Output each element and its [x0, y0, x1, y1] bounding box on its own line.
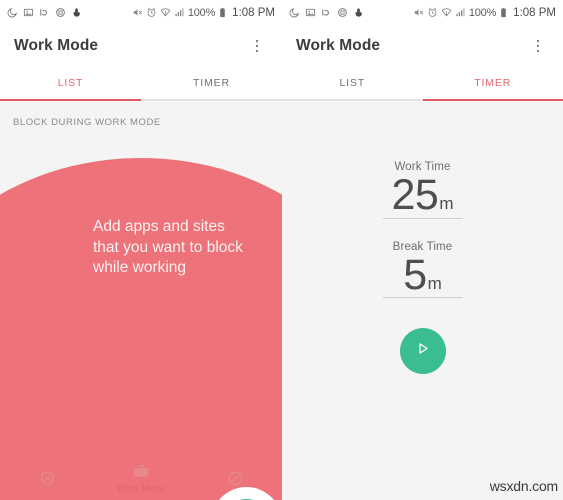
work-time-value: 25 m — [391, 173, 453, 218]
status-bar-left: 100% 1:08 PM — [0, 0, 282, 25]
tab-timer[interactable]: TIMER — [141, 67, 282, 99]
status-bar-notifications-right — [289, 7, 364, 18]
sync-icon — [321, 7, 332, 18]
work-time-field[interactable]: Work Time 25 m — [282, 161, 563, 219]
break-time-number: 5 — [403, 250, 427, 299]
bottom-nav-item-no-entry[interactable] — [188, 470, 282, 487]
alarm-icon — [427, 7, 438, 18]
status-bar-time: 1:08 PM — [232, 6, 275, 19]
overflow-menu-icon[interactable] — [246, 33, 268, 59]
alarm-icon — [146, 7, 157, 18]
tab-indicator-inactive — [141, 99, 282, 101]
tab-indicator-right — [282, 99, 563, 101]
gesture-icon — [71, 7, 82, 18]
sync-icon — [39, 7, 50, 18]
empty-state-message: Add apps and sites that you want to bloc… — [93, 218, 243, 277]
start-timer-button[interactable] — [399, 328, 446, 375]
play-icon — [414, 340, 431, 362]
tab-indicator-inactive — [282, 99, 423, 101]
status-bar-system-right: 100% 1:08 PM — [413, 7, 556, 19]
moon-icon — [289, 7, 300, 18]
overflow-menu-icon[interactable] — [527, 33, 549, 59]
break-time-value: 5 m — [403, 250, 442, 299]
signal-icon — [174, 7, 185, 18]
screenshot-root: 100% 1:08 PM Work Mode LIST TIMER BLOCK … — [0, 0, 563, 500]
mute-icon — [132, 7, 143, 18]
break-time-field[interactable]: Break Time 5 m — [282, 241, 563, 299]
app-bar-left: Work Mode — [0, 25, 282, 67]
app-icon — [55, 7, 66, 18]
status-bar-notifications — [7, 7, 82, 18]
tab-indicator-left — [0, 99, 282, 101]
phone-screen-timer: 100% 1:08 PM Work Mode LIST TIMER Work T… — [282, 0, 563, 500]
tab-indicator-active — [422, 99, 563, 101]
tab-bar-right: LIST TIMER — [282, 67, 563, 99]
no-entry-icon — [227, 470, 244, 487]
battery-percent: 100% — [187, 6, 216, 19]
page-title: Work Mode — [296, 37, 381, 54]
wifi-icon — [160, 7, 171, 18]
timer-screen-body: Work Time 25 m Break Time 5 m — [282, 161, 563, 500]
mute-icon — [413, 7, 424, 18]
wifi-icon — [441, 7, 452, 18]
empty-state-backdrop — [0, 158, 282, 500]
app-bar-right: Work Mode — [282, 25, 563, 67]
section-header: BLOCK DURING WORK MODE — [13, 117, 161, 128]
briefcase-icon — [132, 463, 150, 481]
phone-screen-list: 100% 1:08 PM Work Mode LIST TIMER BLOCK … — [0, 0, 282, 500]
gesture-icon — [353, 7, 364, 18]
tab-list[interactable]: LIST — [0, 67, 141, 99]
page-title: Work Mode — [14, 37, 99, 54]
tab-bar-left: LIST TIMER — [0, 67, 282, 99]
battery-percent: 100% — [468, 6, 497, 19]
status-bar-system: 100% 1:08 PM — [132, 7, 275, 19]
bottom-nav-item-work-mode[interactable]: Work Mode — [94, 463, 188, 494]
image-icon — [23, 7, 34, 18]
work-time-underline — [382, 217, 463, 219]
watermark: wsxdn.com — [489, 478, 558, 494]
bottom-nav-label-work-mode: Work Mode — [116, 483, 166, 494]
break-time-unit: m — [427, 273, 442, 293]
image-icon — [305, 7, 316, 18]
app-icon — [337, 7, 348, 18]
tab-indicator-active — [0, 99, 141, 101]
start-timer-button-wrap — [282, 328, 563, 375]
battery-full-icon — [218, 7, 227, 18]
moon-icon — [7, 7, 18, 18]
bottom-nav-item-block[interactable] — [0, 470, 94, 487]
tab-list[interactable]: LIST — [282, 67, 423, 99]
status-bar-right: 100% 1:08 PM — [282, 0, 563, 25]
break-time-underline — [382, 297, 463, 299]
work-time-number: 25 — [391, 171, 439, 219]
list-screen-body: BLOCK DURING WORK MODE Add apps and site… — [0, 101, 282, 500]
work-time-unit: m — [439, 194, 454, 213]
battery-full-icon — [499, 7, 508, 18]
signal-icon — [455, 7, 466, 18]
tab-timer[interactable]: TIMER — [423, 67, 563, 99]
shield-block-icon — [39, 470, 56, 487]
status-bar-time: 1:08 PM — [513, 6, 556, 19]
